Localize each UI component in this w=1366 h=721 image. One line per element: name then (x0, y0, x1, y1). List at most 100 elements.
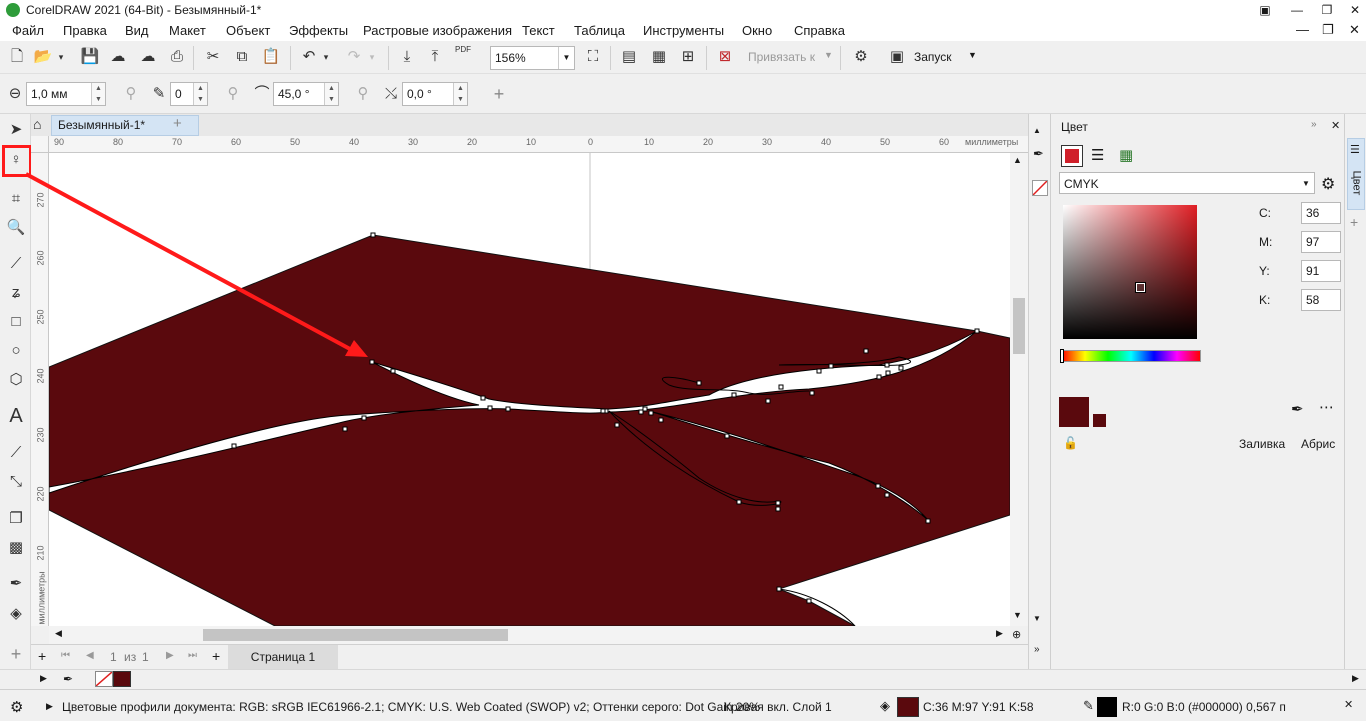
menu-restore-icon[interactable]: ❐ (1322, 22, 1334, 38)
vertical-scroll-thumb[interactable] (1013, 298, 1025, 354)
eyedropper-tool-icon[interactable]: ✒ (4, 572, 28, 596)
horizontal-scrollbar[interactable]: ◀ ▶ (49, 626, 1010, 644)
menu-object[interactable]: Объект (226, 23, 270, 38)
color-profiles-text[interactable]: Цветовые профили документа: RGB: sRGB IE… (62, 700, 760, 714)
color-options-gear-icon[interactable]: ⚙ (1321, 174, 1335, 194)
minimize-button[interactable]: — (1282, 0, 1312, 20)
menu-window[interactable]: Окно (742, 23, 772, 38)
import-icon[interactable]: ⤓ (396, 46, 418, 68)
nib-size-stepper[interactable]: ▲ ▼ (193, 83, 207, 105)
copy-icon[interactable]: ⧉ (231, 46, 253, 68)
color-viewers-button[interactable] (1061, 145, 1083, 167)
export-icon[interactable]: ⤒ (424, 46, 446, 68)
close-button[interactable]: ✕ (1340, 0, 1366, 20)
horizontal-scroll-thumb[interactable] (203, 629, 508, 641)
menu-edit[interactable]: Правка (63, 23, 107, 38)
color-settings-gear-icon[interactable]: ⚙ (10, 698, 23, 716)
magenta-input[interactable]: 97 (1301, 231, 1341, 253)
open-icon[interactable]: 📂 (32, 46, 54, 68)
add-docker-icon[interactable]: + (1350, 214, 1358, 230)
scroll-up-icon[interactable]: ▲ (1013, 155, 1022, 165)
color-sliders-icon[interactable]: ☰ (1091, 146, 1104, 164)
menu-table[interactable]: Таблица (574, 23, 625, 38)
menu-tools[interactable]: Инструменты (643, 23, 724, 38)
polygon-tool-icon[interactable]: ⬡ (4, 368, 28, 392)
cloud-upload-icon[interactable]: ☁ (107, 46, 129, 68)
launch-dropdown-icon[interactable]: ▼ (968, 50, 977, 60)
connector-tool-icon[interactable]: ⤡ (4, 470, 28, 494)
redo-icon[interactable]: ↷ (343, 46, 365, 68)
hue-slider-thumb[interactable] (1060, 349, 1064, 363)
menu-close-icon[interactable]: ✕ (1349, 22, 1360, 38)
open-dropdown-icon[interactable]: ▾ (55, 46, 67, 68)
palette-expand-icon[interactable]: » (1034, 644, 1040, 655)
redo-dropdown-icon[interactable]: ▾ (366, 46, 378, 68)
menu-layout[interactable]: Макет (169, 23, 206, 38)
status-menu-icon[interactable]: ▶ (46, 701, 53, 712)
color-palettes-icon[interactable]: ▦ (1119, 146, 1133, 164)
no-color-swatch[interactable] (1032, 180, 1048, 196)
hue-slider[interactable] (1060, 349, 1201, 363)
previous-page-icon[interactable]: ◀ (86, 650, 94, 661)
add-icon[interactable]: + (488, 83, 510, 105)
drop-shadow-tool-icon[interactable]: ❐ (4, 507, 28, 531)
menu-bitmaps[interactable]: Растровые изображения (363, 23, 512, 38)
nib-shape-icon[interactable]: ⚲ (120, 83, 142, 105)
dimension-tool-icon[interactable]: ⟋ (4, 441, 28, 465)
drawing-canvas[interactable] (49, 153, 1010, 626)
more-options-icon[interactable]: ⋯ (1319, 398, 1334, 416)
cloud-download-icon[interactable]: ☁ (137, 46, 159, 68)
palette-scroll-up-icon[interactable]: ▲ (1033, 126, 1041, 135)
undo-dropdown-icon[interactable]: ▾ (320, 46, 332, 68)
palette-expand-icon[interactable]: ▶ (1352, 673, 1359, 684)
vertical-ruler[interactable]: 270 260 250 240 230 220 210 миллиметры (31, 153, 49, 626)
yellow-input[interactable]: 91 (1301, 260, 1341, 282)
paste-icon[interactable]: 📋 (260, 46, 282, 68)
restore-button[interactable]: ❐ (1312, 0, 1342, 20)
new-tab-icon[interactable]: + (173, 115, 182, 132)
palette-no-color-swatch[interactable] (95, 671, 113, 687)
dark-red-shape[interactable] (49, 234, 1010, 626)
last-page-icon[interactable]: ⏭ (188, 650, 197, 661)
crop-tool-icon[interactable]: ⌗ (4, 187, 28, 211)
zoom-fit-icon[interactable]: ⛶ (582, 46, 604, 68)
docker-close-icon[interactable]: ✕ (1331, 119, 1340, 132)
outline-width-input[interactable]: 1,0 мм ▲ ▼ (26, 82, 106, 106)
show-guidelines-icon[interactable]: ⊞ (677, 46, 699, 68)
color-picker-cursor[interactable] (1135, 282, 1146, 293)
outline-width-stepper[interactable]: ▲ ▼ (91, 83, 105, 105)
color-picker-square[interactable] (1063, 205, 1197, 339)
canvas-artwork[interactable] (49, 153, 1010, 626)
info-icon[interactable]: ▣ (1250, 0, 1280, 20)
snap-off-icon[interactable]: ⊠ (714, 46, 736, 68)
zoom-navigator-icon[interactable]: ⊕ (1012, 628, 1021, 641)
palette-menu-icon[interactable]: ▶ (40, 673, 47, 684)
menu-view[interactable]: Вид (125, 23, 149, 38)
horizontal-ruler[interactable]: 90 80 70 60 50 40 30 20 10 0 10 20 30 40… (49, 136, 1028, 153)
zoom-tool-icon[interactable]: 🔍 (4, 216, 28, 240)
palette-dark-red-swatch[interactable] (113, 671, 131, 687)
scroll-down-icon[interactable]: ▼ (1013, 610, 1022, 620)
ruler-origin[interactable] (31, 136, 49, 153)
scroll-right-icon[interactable]: ▶ (996, 628, 1003, 639)
snap-dropdown-icon[interactable]: ▼ (824, 50, 833, 60)
snap-to-label[interactable]: Привязать к (748, 50, 815, 64)
scroll-left-icon[interactable]: ◀ (55, 628, 62, 639)
page-tab-1[interactable]: Страница 1 (228, 645, 338, 669)
save-icon[interactable]: 💾 (79, 46, 101, 68)
angle-stepper[interactable]: ▲ ▼ (324, 83, 338, 105)
tab-color-docker[interactable]: ☰ Цвет (1347, 138, 1365, 210)
docker-eyedropper-icon[interactable]: ✒ (1291, 400, 1304, 418)
options-gear-icon[interactable]: ⚙ (850, 46, 872, 68)
interactive-fill-tool-icon[interactable]: ◈ (4, 602, 28, 626)
lock-icon[interactable]: 🔓 (1063, 436, 1078, 450)
new-document-icon[interactable]: 🗋 (6, 46, 28, 68)
palette-eyedropper-icon[interactable]: ✒ (63, 672, 73, 686)
menu-text[interactable]: Текст (522, 23, 555, 38)
menu-help[interactable]: Справка (794, 23, 845, 38)
launch-icon[interactable]: ▣ (886, 46, 908, 68)
next-page-icon[interactable]: ▶ (166, 650, 174, 661)
angle-input[interactable]: 45,0 ° ▲ ▼ (273, 82, 339, 106)
add-tool-icon[interactable]: + (4, 642, 28, 666)
artistic-media-tool-icon[interactable]: ʑ (4, 281, 28, 305)
